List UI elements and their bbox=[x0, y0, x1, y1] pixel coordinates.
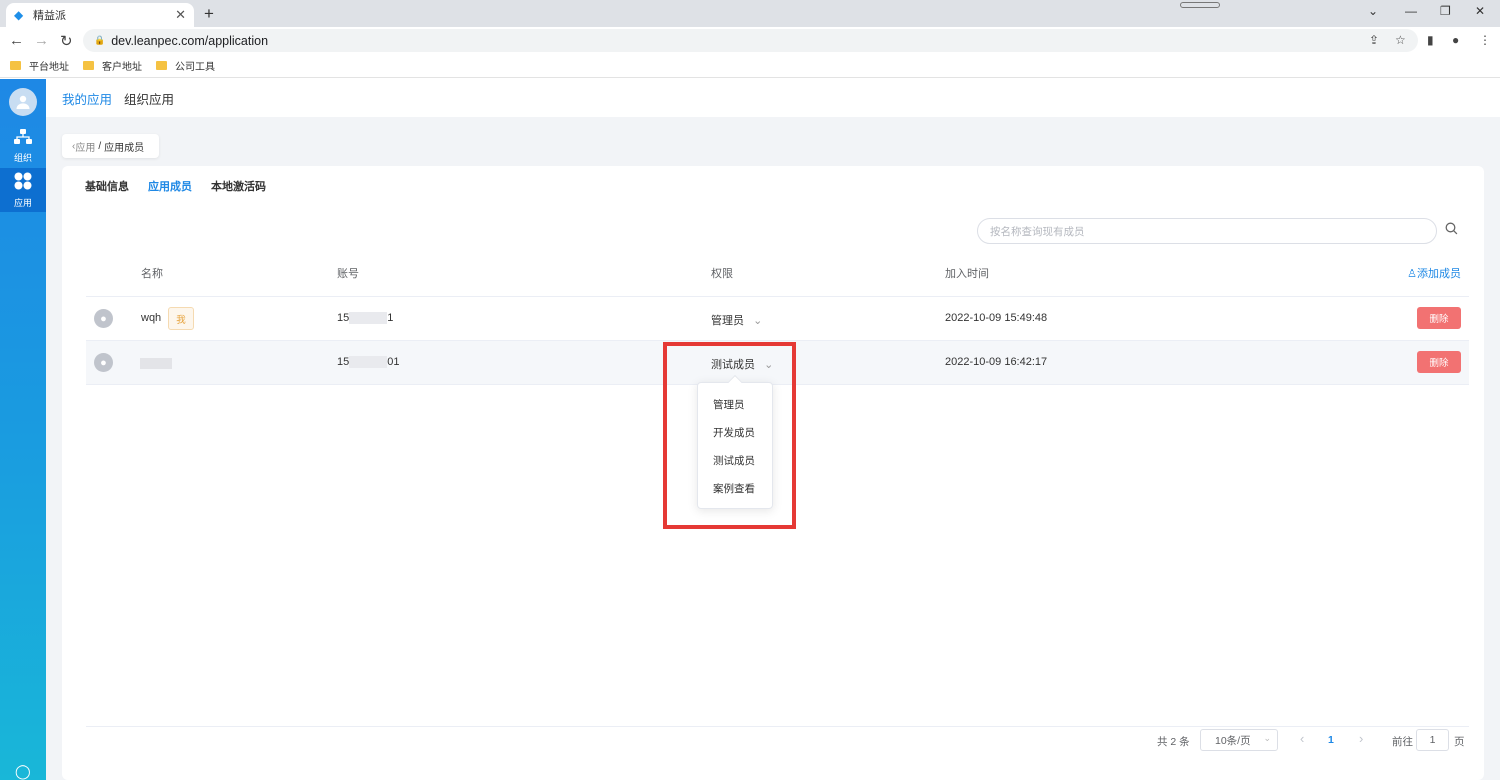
breadcrumb-parent[interactable]: 应用 bbox=[75, 139, 95, 154]
app-sidebar: 组织 应用 ◯ bbox=[0, 79, 46, 780]
apps-grid-icon bbox=[14, 172, 32, 194]
back-icon[interactable]: ← bbox=[9, 32, 24, 49]
tab-search-indicator bbox=[1180, 2, 1220, 8]
page-size-select[interactable]: 10条/页 ⌄ bbox=[1200, 729, 1278, 751]
user-icon bbox=[16, 95, 30, 109]
sidebar-item-label: 组织 bbox=[13, 152, 32, 163]
bookmark-star-icon[interactable]: ☆ bbox=[1395, 33, 1406, 47]
new-tab-button[interactable]: + bbox=[204, 4, 214, 24]
pagination-total: 共 2 条 bbox=[1157, 736, 1190, 748]
breadcrumb: ‹ 应用 / 应用成员 bbox=[62, 134, 159, 158]
me-badge: 我 bbox=[168, 307, 194, 330]
search-icon[interactable] bbox=[1445, 222, 1458, 238]
folder-icon bbox=[10, 61, 21, 70]
member-avatar-icon: ● bbox=[94, 309, 113, 328]
menu-dots-icon[interactable]: ⋮ bbox=[1479, 33, 1491, 47]
page-unit-label: 页 bbox=[1454, 736, 1465, 748]
tab-app-members[interactable]: 应用成员 bbox=[148, 178, 192, 194]
detail-tabs: 基础信息 应用成员 本地激活码 bbox=[85, 178, 285, 194]
member-join-time: 2022-10-09 16:42:17 bbox=[945, 356, 1048, 368]
url-text: dev.leanpec.com/application bbox=[111, 33, 269, 48]
sidebar-item-org[interactable]: 组织 bbox=[0, 124, 46, 168]
role-select[interactable]: 管理员 ⌄ bbox=[711, 312, 762, 328]
breadcrumb-current: 应用成员 bbox=[104, 142, 145, 154]
sidebar-item-apps[interactable]: 应用 bbox=[0, 168, 46, 212]
minimize-icon[interactable]: — bbox=[1405, 4, 1417, 18]
tab-title: 精益派 bbox=[33, 10, 66, 22]
nav-my-apps[interactable]: 我的应用 bbox=[62, 89, 112, 108]
chevron-down-icon: ⌄ bbox=[753, 315, 763, 327]
close-window-icon[interactable]: ✕ bbox=[1475, 4, 1485, 18]
nav-org-apps[interactable]: 组织应用 bbox=[124, 89, 174, 108]
top-nav: 我的应用 组织应用 bbox=[46, 79, 1500, 117]
next-page-button[interactable]: › bbox=[1359, 731, 1363, 746]
redaction bbox=[349, 312, 388, 325]
user-avatar[interactable] bbox=[9, 88, 37, 116]
table-footer-divider bbox=[86, 726, 1469, 727]
tab-basic-info[interactable]: 基础信息 bbox=[85, 178, 129, 194]
redacted-member-name bbox=[140, 358, 172, 369]
help-icon[interactable]: ◯ bbox=[15, 763, 31, 780]
folder-icon bbox=[83, 61, 94, 70]
org-tree-icon bbox=[14, 128, 32, 149]
member-name: wqh bbox=[141, 312, 162, 324]
add-user-icon: ♙ bbox=[1407, 268, 1417, 280]
share-icon[interactable]: ⇪ bbox=[1369, 33, 1379, 47]
table-header: 名称 账号 权限 加入时间 ♙添加成员 bbox=[86, 256, 1469, 297]
browser-tabbar: ◆ 精益派 ✕ + ⌄ — ❐ ✕ bbox=[0, 0, 1500, 27]
bookmarks-bar: 平台地址 客户地址 公司工具 bbox=[0, 54, 1500, 78]
restore-icon[interactable]: ❐ bbox=[1440, 4, 1451, 18]
page-number-current[interactable]: 1 bbox=[1328, 734, 1334, 746]
table-row: ● wqh 我 15 1 管理员 ⌄ 2022-10-09 15:49:48 删除 bbox=[86, 297, 1469, 341]
prev-page-button[interactable]: ‹ bbox=[1300, 731, 1304, 746]
member-account: 15 1 bbox=[337, 312, 394, 325]
member-search-input[interactable]: 按名称查询现有成员 bbox=[977, 218, 1437, 244]
highlight-box bbox=[663, 342, 796, 529]
tab-close-icon[interactable]: ✕ bbox=[175, 7, 186, 23]
browser-tab[interactable]: ◆ 精益派 ✕ bbox=[6, 3, 194, 27]
member-join-time: 2022-10-09 15:49:48 bbox=[945, 312, 1048, 324]
chevron-down-icon: ⌄ bbox=[1263, 733, 1271, 743]
side-panel-icon[interactable]: ▮ bbox=[1427, 33, 1434, 47]
bookmark-folder[interactable]: 公司工具 bbox=[156, 58, 215, 73]
header-role: 权限 bbox=[711, 268, 733, 280]
redaction bbox=[349, 356, 388, 369]
delete-member-button[interactable]: 删除 bbox=[1417, 307, 1461, 329]
address-bar[interactable]: 🔒 dev.leanpec.com/application bbox=[83, 29, 1418, 52]
bookmark-folder[interactable]: 客户地址 bbox=[83, 58, 142, 73]
bookmark-folder[interactable]: 平台地址 bbox=[10, 58, 69, 73]
header-account: 账号 bbox=[337, 268, 359, 280]
profile-icon[interactable]: ● bbox=[1452, 33, 1459, 47]
folder-icon bbox=[156, 61, 167, 70]
reload-icon[interactable]: ↻ bbox=[60, 32, 73, 50]
lock-icon: 🔒 bbox=[94, 35, 106, 45]
member-account: 15 01 bbox=[337, 356, 400, 369]
site-favicon-icon: ◆ bbox=[14, 8, 24, 22]
member-avatar-icon: ● bbox=[94, 353, 113, 372]
goto-page-input[interactable]: 1 bbox=[1416, 729, 1449, 751]
delete-member-button[interactable]: 删除 bbox=[1417, 351, 1461, 373]
tab-local-activation[interactable]: 本地激活码 bbox=[211, 178, 266, 194]
sidebar-item-label: 应用 bbox=[13, 197, 32, 208]
goto-label: 前往 bbox=[1392, 736, 1413, 748]
header-join-time: 加入时间 bbox=[945, 268, 989, 280]
tab-list-icon[interactable]: ⌄ bbox=[1368, 4, 1378, 18]
add-member-button[interactable]: ♙添加成员 bbox=[1407, 265, 1461, 281]
forward-icon[interactable]: → bbox=[34, 32, 49, 49]
header-name: 名称 bbox=[141, 268, 163, 280]
